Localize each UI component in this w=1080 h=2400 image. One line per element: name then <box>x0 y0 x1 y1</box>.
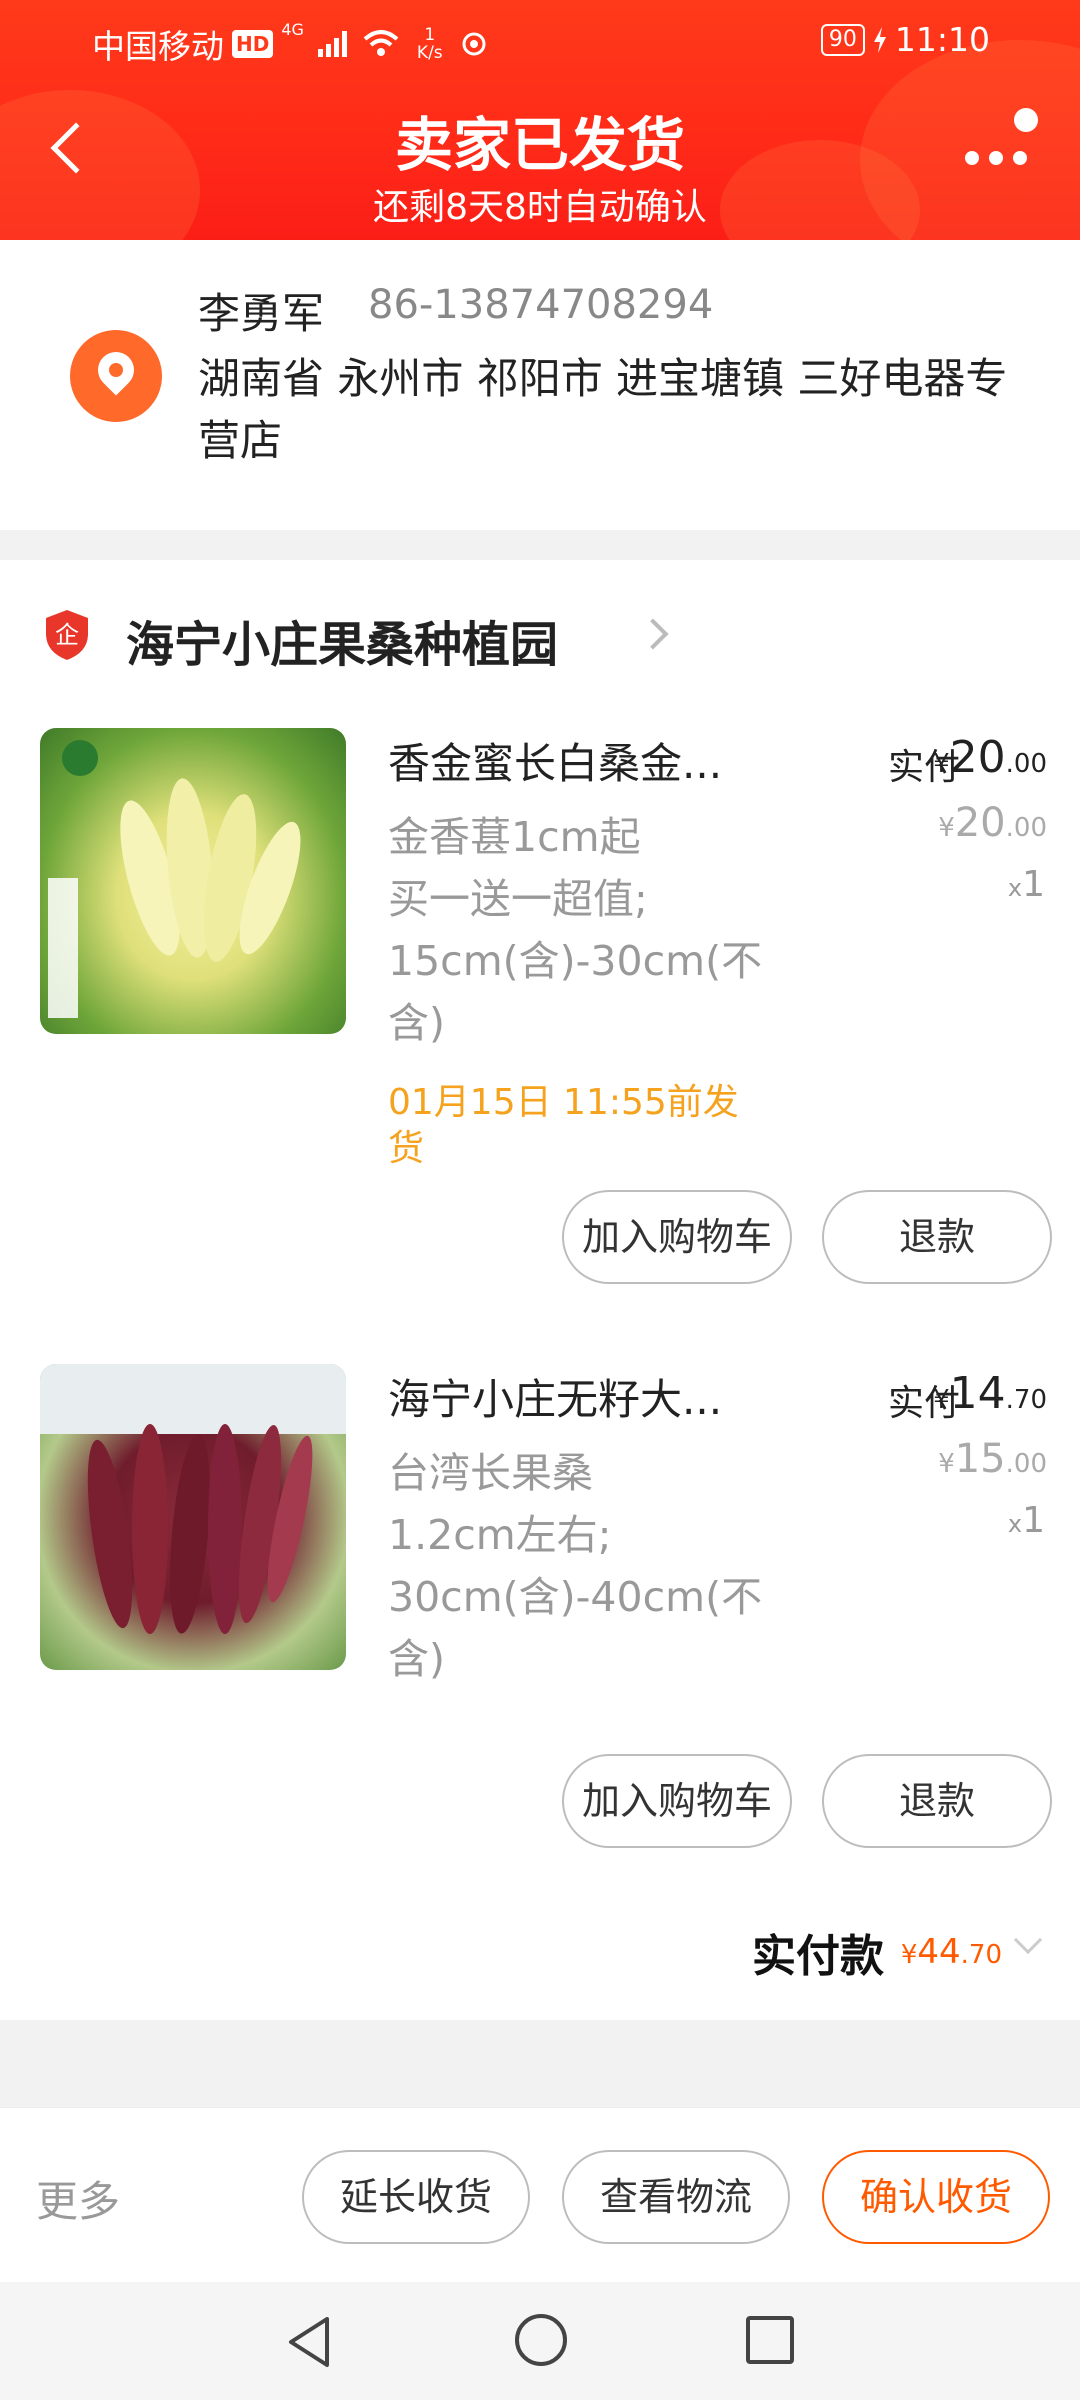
extend-receipt-button[interactable]: 延长收货 <box>302 2150 530 2244</box>
network-type: 4G <box>281 20 304 39</box>
hd-badge: HD <box>232 30 274 58</box>
nav-recent-apps-icon[interactable] <box>746 2316 794 2364</box>
quantity-x: x <box>1007 874 1023 902</box>
quantity-value: 1 <box>1022 1500 1045 1541</box>
product-title[interactable]: 香金蜜长白桑金... <box>388 730 788 791</box>
spec-line: 1.2cm左右; <box>388 1511 612 1559</box>
ship-line: 货 <box>388 1128 425 1169</box>
recipient-address: 湖南省 永州市 祁阳市 进宝塘镇 三好电器专营店 <box>198 354 1008 465</box>
add-to-cart-button[interactable]: 加入购物车 <box>562 1754 792 1848</box>
price-integer: 15 <box>954 1436 1006 1482</box>
more-options-icon[interactable] <box>960 100 1040 180</box>
product-title[interactable]: 海宁小庄无籽大... <box>388 1366 788 1427</box>
spec-line: 30cm(含)-40cm(不 <box>388 1573 763 1621</box>
price-integer: 20 <box>949 732 1006 783</box>
price-integer: 14 <box>949 1368 1006 1419</box>
location-pin-icon <box>70 330 162 422</box>
view-logistics-button[interactable]: 查看物流 <box>562 2150 790 2244</box>
original-price: ¥15.00 <box>938 1436 1047 1482</box>
status-bar: 中国移动 HD 4G 1 K/s 90 11:10 <box>0 0 1080 80</box>
delivery-address-card[interactable]: 李勇军 86-13874708294 湖南省 永州市 祁阳市 进宝塘镇 三好电器… <box>0 240 1080 530</box>
price-decimal: .00 <box>1005 749 1047 779</box>
total-paid-amount[interactable]: ¥44.70 <box>901 1932 1002 1972</box>
spec-line: 买一送一超值; <box>388 875 648 923</box>
auto-confirm-countdown: 还剩8天8时自动确认 <box>373 187 707 228</box>
refund-button[interactable]: 退款 <box>822 1754 1052 1848</box>
store-name[interactable]: 海宁小庄果桑种植园 <box>126 605 558 675</box>
spec-line: 含) <box>388 1635 445 1683</box>
price-decimal: .70 <box>1005 1385 1047 1415</box>
system-navigation-bar <box>0 2282 1080 2400</box>
quantity: x1 <box>1008 1500 1045 1541</box>
nav-back-icon[interactable] <box>285 2315 333 2369</box>
currency-symbol: ¥ <box>933 749 950 779</box>
original-price: ¥20.00 <box>938 800 1047 846</box>
price-integer: 20 <box>954 800 1006 846</box>
charging-icon <box>873 26 886 53</box>
speed-value: 1 <box>424 25 436 45</box>
product-thumbnail[interactable] <box>40 728 346 1034</box>
product-thumbnail[interactable] <box>40 1364 346 1670</box>
product-spec: 金香葚1cm起 买一送一超值; 15cm(含)-30cm(不 含) <box>388 806 788 1054</box>
carrier-label: 中国移动 <box>92 27 224 66</box>
chevron-down-icon[interactable] <box>1013 1925 1043 1955</box>
ship-line: 01月15日 11:55前发 <box>388 1082 739 1123</box>
status-bar-right: 90 11:10 <box>820 20 990 59</box>
order-store-card: 企 海宁小庄果桑种植园 香金蜜长白桑金... 金香葚1cm起 买一送一超值; 1… <box>0 560 1080 2020</box>
app-notification-icon <box>462 32 486 56</box>
recipient-name: 李勇军 <box>198 289 325 338</box>
price-decimal: .00 <box>1005 813 1047 843</box>
network-speed: 1 K/s <box>417 26 443 62</box>
price-decimal: .00 <box>1005 1449 1047 1479</box>
ship-deadline: 01月15日 11:55前发 货 <box>388 1080 788 1172</box>
page-title: 卖家已发货 <box>394 111 685 179</box>
spec-line: 台湾长果桑 <box>388 1449 593 1497</box>
quantity-x: x <box>1007 1510 1023 1538</box>
red-mulberry-image <box>40 1364 346 1634</box>
quantity: x1 <box>1008 864 1045 905</box>
more-actions-link[interactable]: 更多 <box>36 2168 120 2229</box>
battery-icon: 90 <box>820 23 865 56</box>
spec-line: 含) <box>388 999 445 1047</box>
enterprise-shield-icon: 企 <box>46 610 88 660</box>
currency-symbol: ¥ <box>900 1940 918 1970</box>
currency-symbol: ¥ <box>938 1449 955 1479</box>
paid-price: ¥20.00 <box>933 732 1047 783</box>
add-to-cart-button[interactable]: 加入购物车 <box>562 1190 792 1284</box>
svg-text:企: 企 <box>55 621 79 649</box>
status-bar-left: 中国移动 HD 4G 1 K/s <box>92 20 489 68</box>
spec-line: 金香葚1cm起 <box>388 813 641 861</box>
signal-icon <box>317 31 347 57</box>
clock: 11:10 <box>894 20 990 59</box>
quantity-value: 1 <box>1022 864 1045 905</box>
order-status-header: 中国移动 HD 4G 1 K/s 90 11:10 卖家已发货 还剩8天8时自动确… <box>0 0 1080 240</box>
paid-price: ¥14.70 <box>933 1368 1047 1419</box>
confirm-receipt-button[interactable]: 确认收货 <box>822 2150 1050 2244</box>
refund-button[interactable]: 退款 <box>822 1190 1052 1284</box>
white-mulberry-image <box>48 740 301 1018</box>
total-paid-label: 实付款 <box>752 1931 884 1982</box>
chevron-right-icon[interactable] <box>637 618 669 650</box>
currency-symbol: ¥ <box>933 1385 950 1415</box>
currency-symbol: ¥ <box>938 813 955 843</box>
price-decimal: .70 <box>960 1940 1002 1970</box>
nav-home-icon[interactable] <box>515 2314 567 2366</box>
product-spec: 台湾长果桑 1.2cm左右; 30cm(含)-40cm(不 含) <box>388 1442 788 1690</box>
speed-unit: K/s <box>416 43 443 63</box>
bottom-action-bar: 更多 延长收货 查看物流 确认收货 <box>0 2107 1080 2282</box>
spec-line: 15cm(含)-30cm(不 <box>388 937 763 985</box>
recipient-phone: 86-13874708294 <box>368 282 714 328</box>
price-integer: 44 <box>917 1932 961 1972</box>
wifi-icon <box>363 30 399 56</box>
